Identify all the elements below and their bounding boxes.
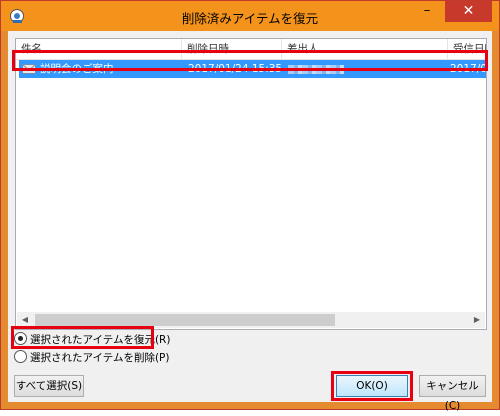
- dialog-body: 件名 削除日時 差出人 受信日時 説明会のご案内 2017/01/24 15:3…: [8, 31, 492, 412]
- highlight-selected-row: [12, 50, 488, 71]
- close-button[interactable]: ✕: [445, 1, 492, 22]
- scrollbar-thumb[interactable]: [35, 314, 335, 326]
- title-bar[interactable]: 削除済みアイテムを復元 – ✕: [1, 1, 499, 31]
- cancel-button[interactable]: キャンセル(C): [419, 375, 486, 412]
- deleted-items-list[interactable]: 件名 削除日時 差出人 受信日時 説明会のご案内 2017/01/24 15:3…: [15, 38, 487, 330]
- highlight-restore-option: [11, 326, 154, 349]
- restore-deleted-items-dialog: 削除済みアイテムを復元 – ✕ 件名 削除日時 差出人 受信日時 説明会のご案内…: [0, 0, 500, 412]
- delete-option-label: 選択されたアイテムを削除(P): [30, 352, 170, 364]
- minimize-button[interactable]: –: [413, 2, 441, 22]
- scroll-right-icon[interactable]: ▶: [469, 312, 485, 328]
- highlight-ok-button: [331, 371, 413, 401]
- delete-option[interactable]: 選択されたアイテムを削除(P): [14, 350, 169, 366]
- select-all-button[interactable]: すべて選択(S): [14, 375, 84, 397]
- delete-radio[interactable]: [14, 350, 27, 363]
